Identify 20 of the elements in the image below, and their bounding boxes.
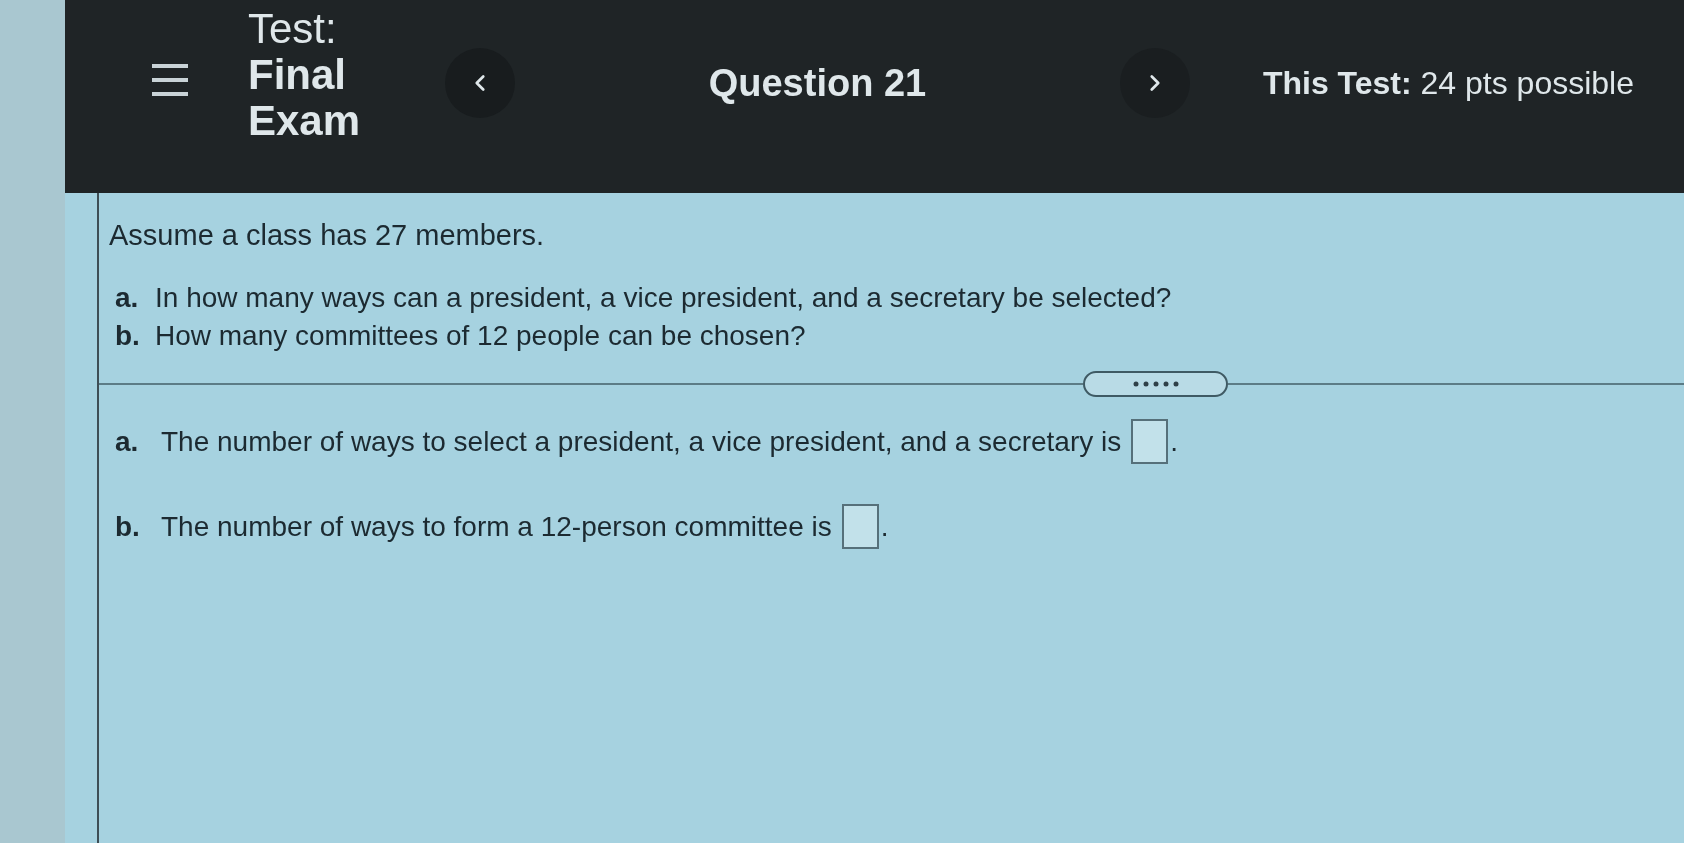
answer-field[interactable] — [1131, 419, 1169, 464]
answer-text: The number of ways to select a president, a vice president, and a secretary is — [161, 424, 1122, 459]
part-letter: a. — [115, 281, 140, 315]
question-intro: Assume a class has 27 members. — [109, 218, 546, 253]
menu-icon[interactable] — [150, 62, 190, 98]
test-label: Test: — [248, 6, 338, 52]
answer-field[interactable] — [841, 504, 879, 549]
answer-period: . — [880, 509, 889, 544]
answer-period: . — [1170, 424, 1179, 459]
expand-button[interactable] — [1083, 371, 1228, 397]
question-title: Question 21 — [708, 61, 927, 106]
question-part: How many committees of 12 people can be chosen? — [155, 319, 806, 353]
answer-letter: b. — [115, 509, 141, 544]
answer-letter: a. — [115, 424, 140, 459]
dots-icon — [1132, 381, 1179, 387]
answer-text: The number of ways to form a 12-person committee is — [161, 509, 832, 544]
test-title: Final Exam — [248, 52, 362, 144]
points-text: This Test: 24 pts possible — [1262, 64, 1634, 103]
part-letter: b. — [115, 319, 141, 353]
question-part: In how many ways can a president, a vice president, and a secretary be selected? — [155, 281, 1172, 315]
